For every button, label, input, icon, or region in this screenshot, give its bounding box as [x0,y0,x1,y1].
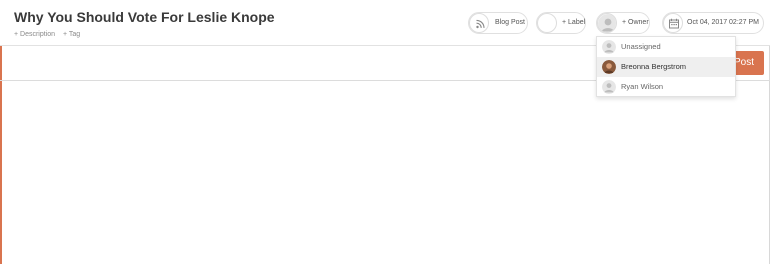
owner-option-unassigned[interactable]: Unassigned [597,37,735,57]
calendar-icon [663,13,683,33]
add-tag-link[interactable]: + Tag [63,31,80,38]
user-icon [597,13,617,33]
post-type-label: Blog Post [495,19,525,26]
default-avatar-icon [602,40,616,54]
add-description-link[interactable]: + Description [14,31,55,38]
owner-option-ryan-wilson[interactable]: Ryan Wilson [597,77,735,97]
add-owner-text: + Owner [622,19,649,26]
post-title[interactable]: Why You Should Vote For Leslie Knope [14,9,275,25]
add-owner-button[interactable]: + Owner [596,12,650,34]
date-button[interactable]: Oct 04, 2017 02:27 PM [662,12,764,34]
post-type-button[interactable]: Blog Post [468,12,528,34]
owner-option-label: Breonna Bergstrom [621,62,687,71]
add-label-button[interactable]: + Label [536,12,586,34]
owner-option-breonna-bergstrom[interactable]: Breonna Bergstrom [597,57,735,77]
user-photo-avatar [602,60,616,74]
owner-dropdown: Unassigned Breonna Bergstrom Ryan Wilson [596,36,736,97]
add-label-text: + Label [562,19,586,26]
default-avatar-icon [602,80,616,94]
date-text: Oct 04, 2017 02:27 PM [687,19,759,26]
label-circle-icon [537,13,557,33]
owner-option-label: Ryan Wilson [621,82,664,91]
rss-icon [469,13,489,33]
owner-option-label: Unassigned [621,42,661,51]
